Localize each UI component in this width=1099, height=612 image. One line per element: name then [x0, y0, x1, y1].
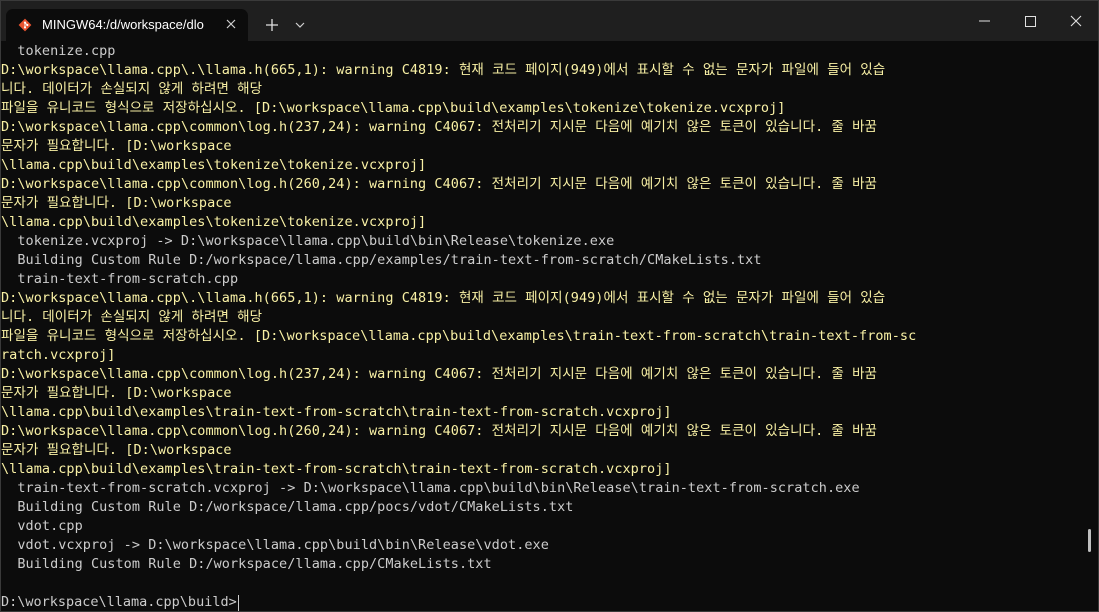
terminal-line: 파일을 유니코드 형식으로 저장하십시오. [D:\workspace\llam… [1, 328, 917, 344]
terminal-line: D:\workspace\llama.cpp\.\llama.h(665,1):… [1, 290, 886, 306]
terminal-line: 니다. 데이터가 손실되지 않게 하려면 해당 [1, 309, 263, 325]
terminal-line: \llama.cpp\build\examples\tokenize\token… [1, 214, 427, 230]
close-tab-icon[interactable] [223, 16, 239, 32]
terminal-line: Building Custom Rule D:/workspace/llama.… [1, 499, 574, 515]
terminal-output[interactable]: tokenize.cpp D:\workspace\llama.cpp\.\lla… [1, 42, 1087, 611]
terminal-line: tokenize.vcxproj -> D:\workspace\llama.c… [1, 233, 615, 249]
terminal-line: D:\workspace\llama.cpp\common\log.h(260,… [1, 176, 878, 192]
title-bar[interactable]: MINGW64:/d/workspace/dlo [1, 1, 1098, 41]
terminal-line: \llama.cpp\build\examples\train-text-fro… [1, 461, 672, 477]
new-tab-icon[interactable] [263, 15, 281, 35]
terminal-line: 문자가 필요합니다. [D:\workspace [1, 138, 232, 154]
terminal-line: vdot.vcxproj -> D:\workspace\llama.cpp\b… [1, 537, 549, 553]
command-prompt[interactable]: D:\workspace\llama.cpp\build> [1, 593, 239, 611]
terminal-line: train-text-from-scratch.cpp [1, 271, 239, 287]
terminal-line: Building Custom Rule D:/workspace/llama.… [1, 556, 492, 572]
minimize-icon[interactable] [961, 1, 1007, 41]
close-window-icon[interactable] [1053, 1, 1098, 41]
prompt-text: D:\workspace\llama.cpp\build> [1, 594, 237, 610]
git-icon [18, 18, 32, 32]
terminal-line: Building Custom Rule D:/workspace/llama.… [1, 252, 762, 268]
chevron-down-icon[interactable] [292, 17, 308, 33]
output-lines: tokenize.cpp D:\workspace\llama.cpp\.\lla… [1, 42, 1087, 574]
terminal-line: 니다. 데이터가 손실되지 않게 하려면 해당 [1, 81, 263, 97]
terminal-line: D:\workspace\llama.cpp\common\log.h(237,… [1, 119, 878, 135]
maximize-icon[interactable] [1007, 1, 1053, 41]
terminal-line: D:\workspace\llama.cpp\common\log.h(237,… [1, 366, 878, 382]
terminal-line: 문자가 필요합니다. [D:\workspace [1, 385, 232, 401]
terminal-line: 문자가 필요합니다. [D:\workspace [1, 442, 232, 458]
terminal-line: \llama.cpp\build\examples\tokenize\token… [1, 157, 427, 173]
terminal-window: MINGW64:/d/workspace/dlo tokenize.cpp D:… [0, 0, 1099, 612]
tab-title: MINGW64:/d/workspace/dlo [42, 17, 204, 32]
terminal-line: vdot.cpp [1, 518, 83, 534]
terminal-line: ratch.vcxproj] [1, 347, 116, 363]
text-cursor [237, 594, 239, 611]
terminal-tab[interactable]: MINGW64:/d/workspace/dlo [6, 9, 248, 41]
terminal-line: \llama.cpp\build\examples\train-text-fro… [1, 404, 672, 420]
terminal-line: D:\workspace\llama.cpp\common\log.h(260,… [1, 423, 878, 439]
terminal-line: 문자가 필요합니다. [D:\workspace [1, 195, 232, 211]
terminal-line: D:\workspace\llama.cpp\.\llama.h(665,1):… [1, 62, 886, 78]
terminal-line: train-text-from-scratch.vcxproj -> D:\wo… [1, 480, 860, 496]
terminal-line: 파일을 유니코드 형식으로 저장하십시오. [D:\workspace\llam… [1, 100, 786, 116]
scrollbar-thumb[interactable] [1088, 529, 1091, 552]
terminal-line: tokenize.cpp [1, 43, 116, 59]
